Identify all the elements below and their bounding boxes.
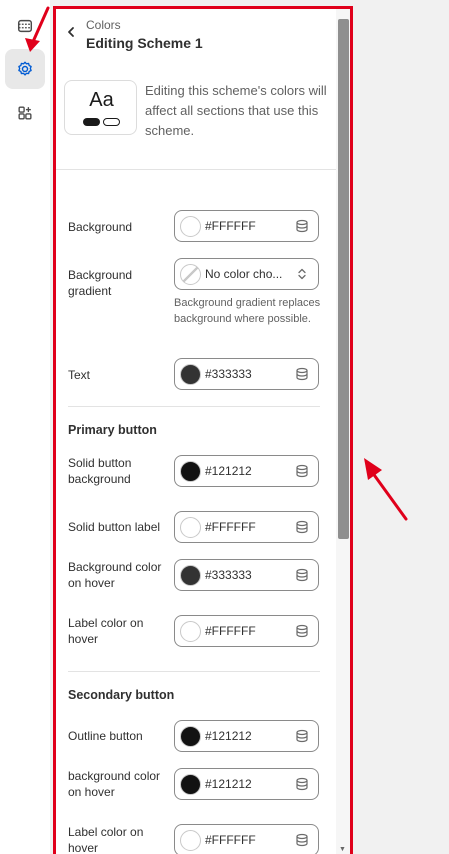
field-label-background-gradient: Background gradient	[68, 268, 133, 298]
database-icon[interactable]	[295, 833, 309, 847]
scheme-preview: Aa	[64, 80, 137, 135]
gradient-value: No color cho...	[205, 267, 283, 281]
text-color-field[interactable]: #333333	[174, 358, 319, 390]
database-icon[interactable]	[295, 729, 309, 743]
color-swatch[interactable]	[180, 517, 201, 538]
field-label-outline-button: Outline button	[68, 729, 143, 743]
field-label-background: Background	[68, 220, 133, 234]
select-chevron-icon	[298, 268, 306, 280]
field-label-background-color-on-hover: Background color on hover	[68, 560, 162, 590]
field-label-secondary-background-hover: background color on hover	[68, 769, 161, 799]
color-scheme-panel: Colors Editing Scheme 1 Aa Editing this …	[53, 6, 353, 854]
solid-button-label-field[interactable]: #FFFFFF	[174, 511, 319, 543]
background-gradient-select[interactable]: No color cho...	[174, 258, 319, 290]
field-label-solid-button-label: Solid button label	[68, 520, 161, 534]
settings-button[interactable]	[5, 49, 45, 89]
field-label-label-color-on-hover: Label color on hover	[68, 616, 144, 646]
color-hex-value[interactable]: #FFFFFF	[205, 520, 293, 534]
divider	[56, 169, 336, 170]
preview-sample-text: Aa	[89, 89, 114, 111]
sections-button[interactable]	[5, 6, 45, 46]
button-label-hover-field[interactable]: #FFFFFF	[174, 615, 319, 647]
section-title-secondary-button: Secondary button	[68, 688, 175, 702]
apps-button[interactable]	[5, 93, 45, 133]
button-background-hover-field[interactable]: #333333	[174, 559, 319, 591]
outline-button-field[interactable]: #121212	[174, 720, 319, 752]
divider	[68, 406, 320, 407]
database-icon[interactable]	[295, 568, 309, 582]
field-label-solid-button-background: Solid button background	[68, 456, 132, 486]
no-color-swatch	[180, 264, 201, 285]
color-swatch[interactable]	[180, 726, 201, 747]
secondary-background-hover-field[interactable]: #121212	[174, 768, 319, 800]
database-icon[interactable]	[295, 464, 309, 478]
section-title-primary-button: Primary button	[68, 423, 157, 437]
field-label-text: Text	[68, 368, 91, 382]
back-arrow-icon[interactable]	[64, 25, 78, 39]
settings-icon	[18, 61, 32, 76]
background-color-field[interactable]: #FFFFFF	[174, 210, 319, 242]
color-swatch[interactable]	[180, 364, 201, 385]
color-swatch[interactable]	[180, 830, 201, 851]
color-swatch[interactable]	[180, 565, 201, 586]
apps-icon	[18, 106, 32, 120]
color-hex-value[interactable]: #121212	[205, 729, 293, 743]
color-hex-value[interactable]: #121212	[205, 464, 293, 478]
annotation-arrow-scrollbar	[364, 458, 408, 521]
secondary-label-hover-field[interactable]: #FFFFFF	[174, 824, 319, 854]
color-hex-value[interactable]: #333333	[205, 367, 293, 381]
preview-solid-button	[83, 118, 100, 126]
database-icon[interactable]	[295, 777, 309, 791]
database-icon[interactable]	[295, 520, 309, 534]
scroll-down-arrow-icon[interactable]: ▼	[339, 846, 346, 853]
database-icon[interactable]	[295, 219, 309, 233]
scrollbar[interactable]: ▼	[336, 9, 350, 854]
sections-icon	[17, 19, 33, 33]
color-swatch[interactable]	[180, 216, 201, 237]
breadcrumb[interactable]: Colors	[86, 18, 121, 32]
color-swatch[interactable]	[180, 774, 201, 795]
color-hex-value[interactable]: #333333	[205, 568, 293, 582]
database-icon[interactable]	[295, 624, 309, 638]
scrollbar-thumb[interactable]	[338, 19, 349, 539]
preview-outline-button	[103, 118, 120, 126]
color-hex-value[interactable]: #FFFFFF	[205, 624, 293, 638]
color-hex-value[interactable]: #FFFFFF	[205, 219, 293, 233]
solid-button-background-field[interactable]: #121212	[174, 455, 319, 487]
gradient-help-text: Background gradient replaces background …	[174, 297, 321, 325]
field-label-secondary-label-hover: Label color on hover	[68, 825, 144, 854]
color-hex-value[interactable]: #FFFFFF	[205, 833, 293, 847]
color-hex-value[interactable]: #121212	[205, 777, 293, 791]
preview-description: Editing this scheme's colors will affect…	[145, 83, 327, 138]
page-title: Editing Scheme 1	[86, 35, 203, 51]
color-swatch[interactable]	[180, 461, 201, 482]
panel-header: Colors Editing Scheme 1	[56, 9, 336, 63]
database-icon[interactable]	[295, 367, 309, 381]
divider	[68, 671, 320, 672]
sidebar-rail	[0, 0, 50, 854]
color-swatch[interactable]	[180, 621, 201, 642]
